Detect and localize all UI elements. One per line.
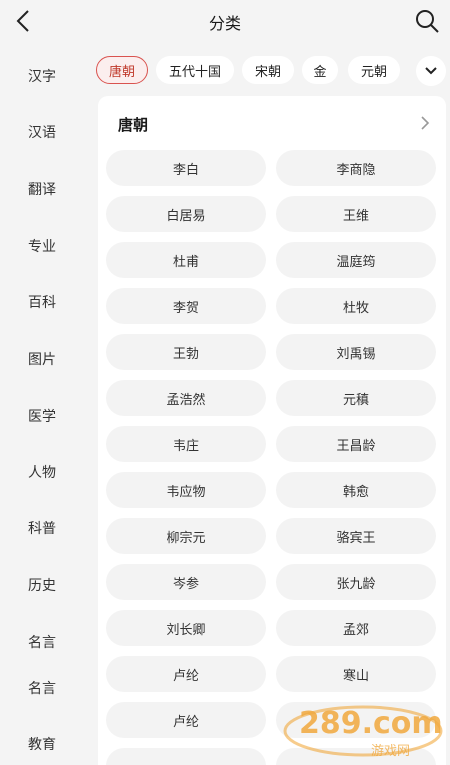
page-title: 分类 bbox=[208, 14, 241, 33]
chevron-down-icon bbox=[425, 67, 437, 75]
poet-item[interactable]: 温庭筠 bbox=[276, 242, 436, 278]
top-bar: 分类 bbox=[0, 0, 450, 42]
poet-item[interactable]: 卢纶 bbox=[106, 656, 266, 692]
poet-item[interactable]: 柳宗元 bbox=[106, 518, 266, 554]
watermark-logo: 289.com 游戏网 bbox=[283, 705, 443, 759]
poet-item[interactable]: 孟浩然 bbox=[106, 380, 266, 416]
poet-item[interactable]: 杜牧 bbox=[276, 288, 436, 324]
chip-wudai-shiguo[interactable]: 五代十国 bbox=[156, 56, 234, 84]
poet-item[interactable]: 韩愈 bbox=[276, 472, 436, 508]
poet-item[interactable]: 王昌龄 bbox=[276, 426, 436, 462]
sidebar-item-kepu[interactable]: 科普 bbox=[0, 518, 84, 538]
poet-item[interactable]: 王勃 bbox=[106, 334, 266, 370]
sidebar-item-lishi[interactable]: 历史 bbox=[0, 575, 84, 595]
sidebar-item-mingyan-2[interactable]: 名言 bbox=[0, 678, 84, 698]
poet-item[interactable]: 刘长卿 bbox=[106, 610, 266, 646]
poet-item[interactable] bbox=[106, 748, 266, 765]
sidebar-item-mingyan[interactable]: 名言 bbox=[0, 632, 84, 652]
poet-item[interactable]: 韦庄 bbox=[106, 426, 266, 462]
poet-item[interactable]: 寒山 bbox=[276, 656, 436, 692]
poet-item[interactable]: 白居易 bbox=[106, 196, 266, 232]
poet-item[interactable]: 刘禹锡 bbox=[276, 334, 436, 370]
watermark-text: 289.com bbox=[299, 706, 443, 741]
chip-jin[interactable]: 金 bbox=[302, 56, 338, 84]
chip-tang[interactable]: 唐朝 bbox=[96, 56, 148, 84]
sidebar-item-renwu[interactable]: 人物 bbox=[0, 462, 84, 482]
poet-item[interactable]: 李白 bbox=[106, 150, 266, 186]
sidebar-item-jiaoyu[interactable]: 教育 bbox=[0, 734, 84, 754]
poet-item[interactable]: 岑参 bbox=[106, 564, 266, 600]
watermark-subtext: 游戏网 bbox=[371, 744, 410, 759]
poet-item[interactable]: 元稹 bbox=[276, 380, 436, 416]
sidebar-item-hanyu[interactable]: 汉语 bbox=[0, 122, 84, 142]
sidebar-item-zhuanye[interactable]: 专业 bbox=[0, 236, 84, 256]
chip-song[interactable]: 宋朝 bbox=[242, 56, 294, 84]
poet-item[interactable]: 孟郊 bbox=[276, 610, 436, 646]
poet-item[interactable]: 韦应物 bbox=[106, 472, 266, 508]
category-sidebar: 汉字 汉语 翻译 专业 百科 图片 医学 人物 科普 历史 名言 名言 教育 bbox=[0, 42, 96, 765]
poet-item[interactable]: 张九龄 bbox=[276, 564, 436, 600]
more-eras-button[interactable] bbox=[416, 56, 446, 86]
panel-title: 唐朝 bbox=[118, 116, 149, 134]
sidebar-item-yixue[interactable]: 医学 bbox=[0, 406, 84, 426]
chip-yuan[interactable]: 元朝 bbox=[348, 56, 400, 84]
sidebar-item-baike[interactable]: 百科 bbox=[0, 292, 84, 312]
search-icon[interactable] bbox=[414, 8, 440, 34]
sidebar-item-tupian[interactable]: 图片 bbox=[0, 349, 84, 369]
era-chip-row: 唐朝 五代十国 宋朝 金 元朝 bbox=[96, 56, 450, 86]
poet-item[interactable]: 王维 bbox=[276, 196, 436, 232]
poet-panel: 唐朝 李白 李商隐 白居易 王维 杜甫 温庭筠 李贺 杜牧 王勃 刘禹锡 孟浩然… bbox=[98, 96, 446, 765]
poet-item[interactable]: 杜甫 bbox=[106, 242, 266, 278]
sidebar-item-fanyi[interactable]: 翻译 bbox=[0, 179, 84, 199]
poet-item[interactable]: 李贺 bbox=[106, 288, 266, 324]
sidebar-item-hanzi[interactable]: 汉字 bbox=[0, 66, 84, 86]
chevron-right-icon[interactable] bbox=[418, 114, 432, 132]
poet-item[interactable]: 卢纶 bbox=[106, 702, 266, 738]
poet-item[interactable]: 骆宾王 bbox=[276, 518, 436, 554]
poet-item[interactable]: 李商隐 bbox=[276, 150, 436, 186]
